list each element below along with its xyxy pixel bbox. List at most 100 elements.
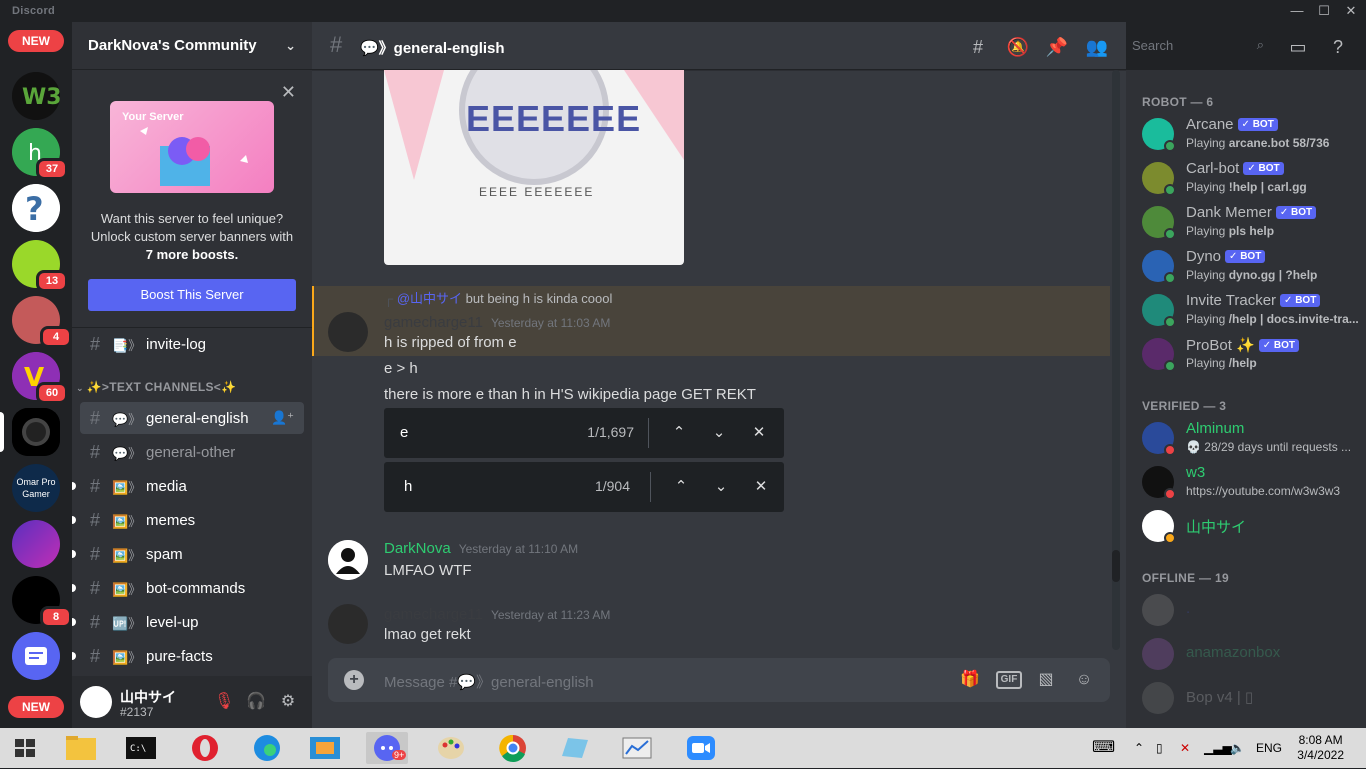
channel-invite-log[interactable]: # 📑》 invite-log: [80, 328, 304, 360]
member-item[interactable]: Arcane ✓ BOT Playing arcane.bot 58/736: [1142, 114, 1362, 158]
pin-icon[interactable]: 📌: [1045, 35, 1069, 59]
chevron-up-icon[interactable]: ⌃: [670, 476, 692, 498]
opera-icon[interactable]: [184, 732, 226, 764]
headphones-icon[interactable]: 🎧: [246, 692, 266, 712]
server-icon-darknova[interactable]: [12, 408, 60, 456]
threads-icon[interactable]: #: [966, 35, 990, 59]
app-brand: Discord: [12, 5, 56, 17]
chevron-down-icon[interactable]: ⌄: [708, 422, 730, 444]
server-icon-w3[interactable]: W3: [12, 72, 60, 120]
member-item[interactable]: ProBot ✨ ✓ BOT Playing /help: [1142, 334, 1362, 378]
minimize-icon[interactable]: —: [1282, 2, 1312, 20]
help-icon[interactable]: ?: [1326, 35, 1350, 59]
file-explorer-icon[interactable]: [60, 732, 102, 764]
close-icon[interactable]: ✕: [281, 82, 296, 103]
channel-emoji: 🆙》: [112, 615, 142, 631]
tray-network-off-icon[interactable]: ✕: [1180, 728, 1190, 768]
app-icon[interactable]: [616, 732, 658, 764]
category-text-channels[interactable]: ⌄ ✨>TEXT CHANNELS<✨: [76, 380, 236, 394]
find-bar: e 1/1,697 ⌃ ⌄ ✕: [384, 408, 784, 458]
channel-general-other[interactable]: # 💬》 general-other: [80, 436, 304, 468]
server-icon-discord-event[interactable]: [12, 632, 60, 680]
member-item[interactable]: 山中サイ: [1142, 506, 1362, 550]
find-input[interactable]: e: [400, 424, 408, 441]
hash-icon: #: [90, 577, 101, 598]
member-item[interactable]: Carl-bot ✓ BOT Playing !help | carl.gg: [1142, 158, 1362, 202]
app-icon[interactable]: [554, 732, 596, 764]
avatar[interactable]: [80, 686, 112, 718]
gear-icon[interactable]: ⚙: [278, 692, 298, 712]
gift-icon[interactable]: 🎁: [958, 669, 982, 691]
member-item[interactable]: Bop v4 | ▯: [1142, 678, 1362, 722]
status-online-icon: [1164, 228, 1176, 240]
channel-media[interactable]: # 🖼️》 media: [72, 470, 304, 502]
mic-muted-icon[interactable]: 🎙: [214, 692, 234, 712]
server-icon-omar[interactable]: Omar Pro Gamer: [12, 464, 60, 512]
channel-memes[interactable]: # 🖼️》 memes: [72, 504, 304, 536]
channel-general-english[interactable]: # 💬》 general-english 👤⁺: [80, 402, 304, 434]
edge-icon[interactable]: [246, 732, 288, 764]
reply-mention[interactable]: @山中サイ: [397, 291, 462, 306]
find-input[interactable]: h: [404, 478, 412, 495]
server-header[interactable]: DarkNova's Community ⌄: [72, 22, 312, 70]
message-image[interactable]: EEEEEEE EEEE EEEEEEE: [384, 70, 684, 265]
member-item[interactable]: .: [1142, 590, 1362, 634]
emoji-icon[interactable]: ☺: [1072, 669, 1096, 691]
reply-preview[interactable]: ┌ @山中サイ but being h is kinda coool: [384, 288, 612, 307]
member-name: Arcane ✓ BOT: [1186, 116, 1278, 133]
message-author[interactable]: gamecharge11 Yesterday at 11:23 AM: [384, 606, 610, 623]
close-icon[interactable]: ✕: [1336, 2, 1366, 20]
keyboard-icon[interactable]: ⌨: [1092, 728, 1115, 768]
add-member-icon[interactable]: 👤⁺: [271, 410, 294, 426]
member-list-icon[interactable]: 👥: [1085, 35, 1109, 59]
scrollbar-thumb[interactable]: [1112, 550, 1120, 582]
paint-icon[interactable]: [430, 732, 472, 764]
member-item[interactable]: Dank Memer ✓ BOT Playing pls help: [1142, 202, 1362, 246]
member-item[interactable]: w3 https://youtube.com/w3w3w3: [1142, 462, 1362, 506]
channel-bot-commands[interactable]: # 🖼️》 bot-commands: [72, 572, 304, 604]
member-item[interactable]: Dyno ✓ BOT Playing dyno.gg | ?help: [1142, 246, 1362, 290]
chevron-up-icon[interactable]: ⌃: [668, 422, 690, 444]
tray-device-icon[interactable]: ▯: [1156, 728, 1163, 768]
close-icon[interactable]: ✕: [748, 422, 770, 444]
avatar[interactable]: [328, 540, 368, 580]
sticker-icon[interactable]: ▧: [1034, 669, 1058, 691]
maximize-icon[interactable]: ☐: [1309, 2, 1339, 20]
member-item[interactable]: Alminum 💀 28/29 days until requests ...: [1142, 418, 1362, 462]
member-item[interactable]: Invite Tracker ✓ BOT Playing /help | docs…: [1142, 290, 1362, 334]
terminal-icon[interactable]: C:\: [120, 732, 162, 764]
search-input[interactable]: Search ⌕: [1126, 34, 1270, 58]
clock[interactable]: 8:08 AM 3/4/2022: [1297, 733, 1344, 763]
scrollbar[interactable]: [1112, 70, 1120, 650]
volume-icon[interactable]: 🔈: [1230, 728, 1245, 768]
boost-server-button[interactable]: Boost This Server: [88, 279, 296, 311]
server-icon-purple[interactable]: [12, 520, 60, 568]
app-icon[interactable]: [304, 732, 346, 764]
tray-signal-icon[interactable]: ▁▃▅: [1204, 728, 1232, 768]
mute-bell-icon[interactable]: 🔕: [1006, 35, 1030, 59]
attach-plus-icon[interactable]: +: [344, 670, 364, 690]
message-author[interactable]: DarkNova Yesterday at 11:10 AM: [384, 540, 578, 557]
taskbar: C:\ 9+ ⌨ ⌃ ▯ ✕ ▁▃▅ 🔈 ENG 8:08 AM 3/4/202…: [0, 728, 1366, 768]
discord-taskbar-icon[interactable]: 9+: [366, 732, 408, 764]
member-item[interactable]: anamazonbox: [1142, 634, 1362, 678]
hash-icon: #: [90, 407, 101, 428]
message-author[interactable]: gamecharge11 Yesterday at 11:03 AM: [384, 314, 610, 331]
boost-desc-line1: Want this server to feel unique?: [100, 211, 284, 226]
zoom-icon[interactable]: [680, 732, 722, 764]
gif-button[interactable]: GIF: [996, 671, 1022, 689]
avatar[interactable]: [328, 312, 368, 352]
close-icon[interactable]: ✕: [750, 476, 772, 498]
inbox-icon[interactable]: ▭: [1286, 35, 1310, 59]
chevron-down-icon[interactable]: ⌄: [710, 476, 732, 498]
avatar[interactable]: [328, 604, 368, 644]
windows-start-icon[interactable]: [4, 732, 46, 764]
server-icon-question[interactable]: ?: [12, 184, 60, 232]
language-indicator[interactable]: ENG: [1256, 728, 1282, 768]
channel-level-up[interactable]: # 🆙》 level-up: [72, 606, 304, 638]
channel-pure-facts[interactable]: # 🖼️》 pure-facts: [72, 640, 304, 672]
channel-spam[interactable]: # 🖼️》 spam: [72, 538, 304, 570]
message-composer[interactable]: + Message #💬》general-english 🎁 GIF ▧ ☺: [328, 658, 1110, 702]
tray-chevron-up-icon[interactable]: ⌃: [1134, 728, 1144, 768]
chrome-icon[interactable]: [492, 732, 534, 764]
